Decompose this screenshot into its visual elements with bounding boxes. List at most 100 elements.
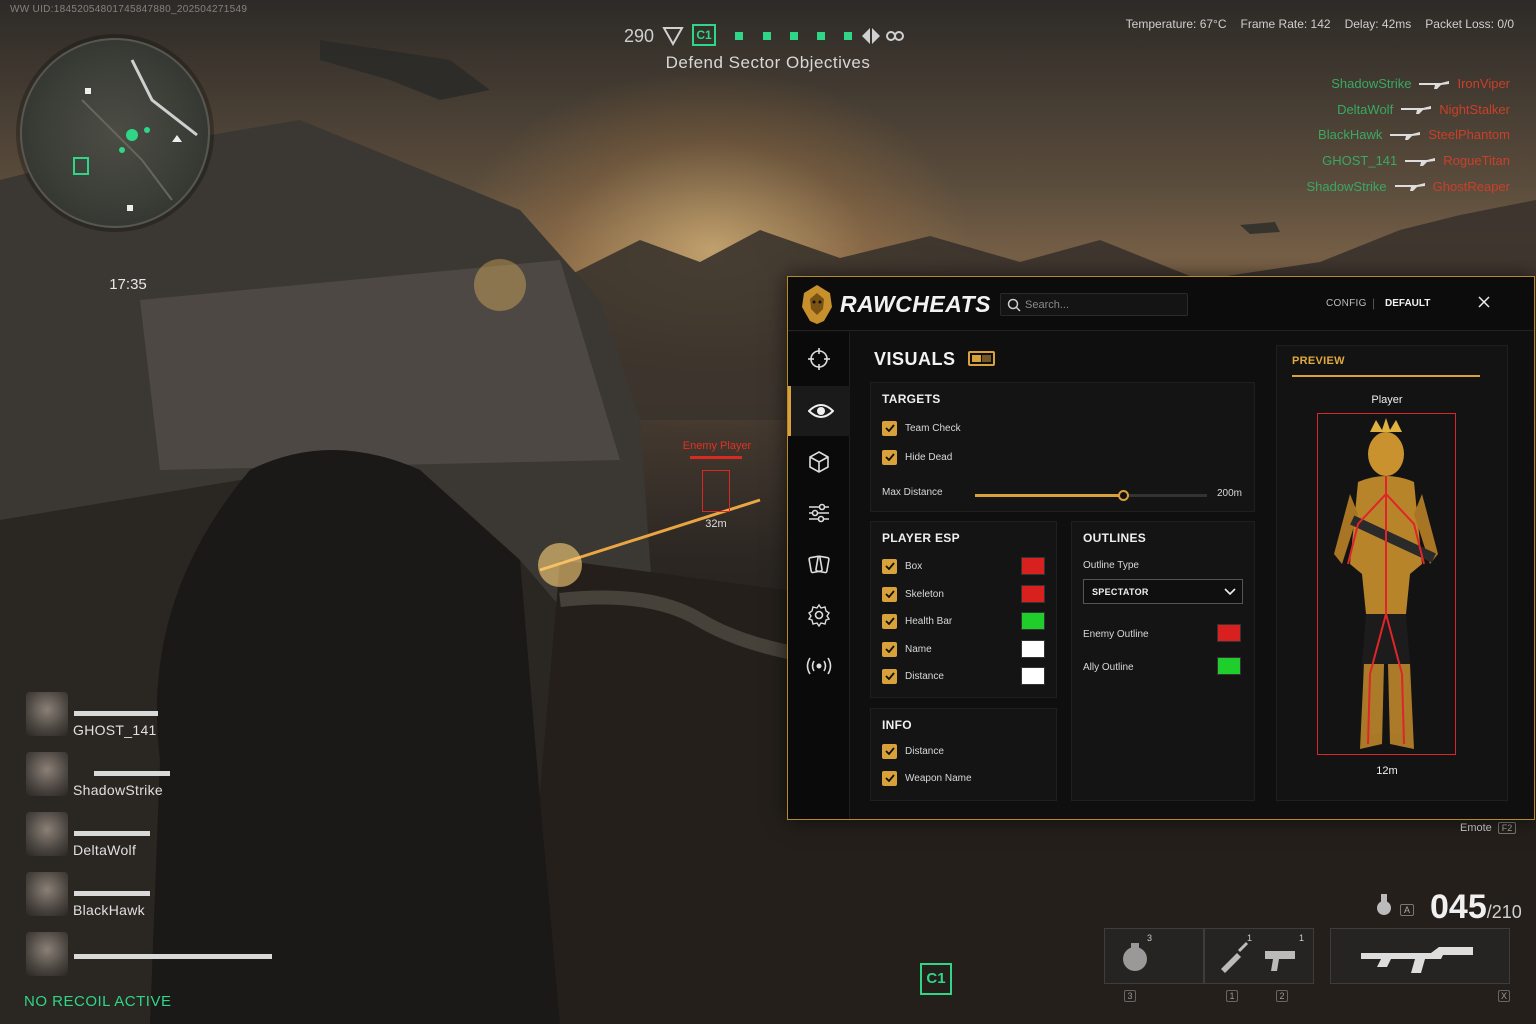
player-esp-title: PLAYER ESP	[882, 531, 960, 545]
targets-title: TARGETS	[882, 392, 941, 406]
equipment-slot[interactable]: 1 1	[1204, 928, 1314, 984]
squad-member-name: DeltaWolf	[73, 842, 137, 858]
info-weapon-name-checkbox[interactable]	[882, 770, 897, 786]
esp-box-row[interactable]: Box	[882, 558, 922, 574]
info-distance-label: Distance	[905, 745, 944, 757]
squad-member: GHOST_141	[24, 689, 284, 749]
search-box[interactable]	[1000, 293, 1188, 316]
lion-logo-icon	[802, 285, 832, 324]
killfeed-victim: IronViper	[1457, 76, 1510, 92]
fire-mode-indicator: A	[1372, 884, 1424, 920]
check-icon	[884, 424, 895, 432]
check-icon	[884, 590, 895, 598]
targets-card: TARGETS Team Check Hide Dead Max Distanc…	[870, 382, 1255, 512]
close-icon[interactable]	[1478, 296, 1490, 308]
killfeed-killer: BlackHawk	[1318, 127, 1383, 143]
info-weapon-name-label: Weapon Name	[905, 772, 972, 784]
slider-thumb[interactable]	[1118, 490, 1130, 501]
info-weapon-name-row[interactable]: Weapon Name	[882, 770, 972, 786]
esp-health-bar-row[interactable]: Health Bar	[882, 613, 952, 629]
info-distance-row[interactable]: Distance	[882, 743, 944, 759]
esp-skeleton-row[interactable]: Skeleton	[882, 586, 944, 602]
sidebar-item-aim[interactable]	[788, 334, 850, 384]
objective-progress-dot	[790, 32, 798, 40]
section-title: VISUALS	[874, 349, 956, 369]
squad-member-name: GHOST_141	[73, 722, 157, 738]
killfeed-killer: GHOST_141	[1322, 153, 1398, 169]
esp-distance-row[interactable]: Distance	[882, 668, 944, 684]
hide-dead-checkbox[interactable]	[882, 449, 897, 465]
squad-member-name: BlackHawk	[73, 902, 145, 918]
squad-health-bar	[74, 891, 150, 896]
esp-box-checkbox[interactable]	[882, 558, 897, 574]
esp-name-checkbox[interactable]	[882, 641, 897, 657]
player-esp-card: PLAYER ESP Box Skeleton Health Bar Name …	[870, 521, 1057, 698]
cards-icon	[808, 555, 830, 574]
esp-health-bar-checkbox[interactable]	[882, 613, 897, 629]
check-icon	[884, 672, 895, 680]
toggle-fill	[982, 355, 991, 362]
preview-character	[1334, 418, 1438, 749]
objective-progress-dot	[735, 32, 743, 40]
esp-distance-checkbox[interactable]	[882, 668, 897, 684]
killfeed-victim: SteelPhantom	[1428, 127, 1510, 143]
esp-skeleton-color-swatch[interactable]	[1021, 585, 1045, 603]
esp-name-label: Name	[905, 643, 932, 655]
hide-dead-row[interactable]: Hide Dead	[882, 449, 952, 465]
esp-health-bar-color-swatch[interactable]	[1021, 612, 1045, 630]
primary-weapon-slot[interactable]	[1330, 928, 1510, 984]
preview-distance: 12m	[1376, 765, 1398, 777]
objective-text: Defend Sector Objectives	[665, 53, 871, 72]
esp-name-row[interactable]: Name	[882, 641, 932, 657]
outline-type-label: Outline Type	[1083, 560, 1139, 571]
preview-title: PREVIEW	[1292, 355, 1345, 367]
avatar	[26, 752, 68, 796]
visuals-master-toggle[interactable]	[968, 351, 995, 366]
team-check-checkbox[interactable]	[882, 420, 897, 436]
objective-triangle-icon	[662, 27, 684, 46]
outline-type-dropdown[interactable]: SPECTATOR	[1083, 579, 1243, 604]
search-input[interactable]	[1025, 297, 1180, 313]
killfeed-killer: DeltaWolf	[1337, 101, 1394, 117]
equipment-slot[interactable]: 3	[1104, 928, 1204, 984]
config-selector[interactable]: DEFAULT	[1385, 298, 1430, 309]
grenade-icon	[1377, 894, 1391, 915]
esp-box-color-swatch[interactable]	[1021, 557, 1045, 575]
objective-progress-dot	[763, 32, 771, 40]
team-check-label: Team Check	[905, 422, 961, 434]
config-separator: |	[1372, 296, 1376, 310]
sidebar-item-world[interactable]	[788, 437, 850, 487]
max-distance-slider[interactable]	[975, 490, 1207, 501]
objective-progress-dot	[844, 32, 852, 40]
killfeed-row: ShadowStrike IronViper	[1270, 71, 1510, 97]
esp-distance-color-swatch[interactable]	[1021, 667, 1045, 685]
killfeed-killer: ShadowStrike	[1331, 76, 1412, 92]
ally-outline-color-swatch[interactable]	[1217, 657, 1241, 675]
info-card: INFO Distance Weapon Name	[870, 708, 1057, 801]
panel-header: RAWCHEATS CONFIG | DEFAULT	[788, 277, 1534, 331]
slot-count: 3	[1147, 933, 1153, 943]
team-check-row[interactable]: Team Check	[882, 420, 961, 436]
avatar	[26, 872, 68, 916]
squad-member-name: ShadowStrike	[73, 782, 163, 798]
enemy-distance-label: 32m	[705, 518, 727, 530]
check-icon	[884, 645, 895, 653]
enemy-outline-color-swatch[interactable]	[1217, 624, 1241, 642]
sidebar-item-visuals[interactable]	[788, 386, 850, 436]
eye-icon	[807, 404, 834, 418]
check-icon	[884, 562, 895, 570]
minimap[interactable]	[20, 38, 210, 228]
performance-stats: Temperature: 67°C Frame Rate: 142 Delay:…	[1126, 17, 1514, 31]
squad-health-bar	[74, 954, 272, 959]
killfeed-victim: NightStalker	[1439, 101, 1510, 117]
sidebar-item-skins[interactable]	[788, 539, 850, 589]
esp-skeleton-checkbox[interactable]	[882, 586, 897, 602]
check-icon	[884, 617, 895, 625]
esp-name-color-swatch[interactable]	[1021, 640, 1045, 658]
rifle-icon	[1390, 131, 1421, 140]
info-distance-checkbox[interactable]	[882, 743, 897, 759]
grenade-icon	[1123, 943, 1147, 971]
sidebar-item-radar[interactable]	[788, 641, 850, 691]
sidebar-item-settings[interactable]	[788, 590, 850, 640]
sidebar-item-misc[interactable]	[788, 488, 850, 538]
